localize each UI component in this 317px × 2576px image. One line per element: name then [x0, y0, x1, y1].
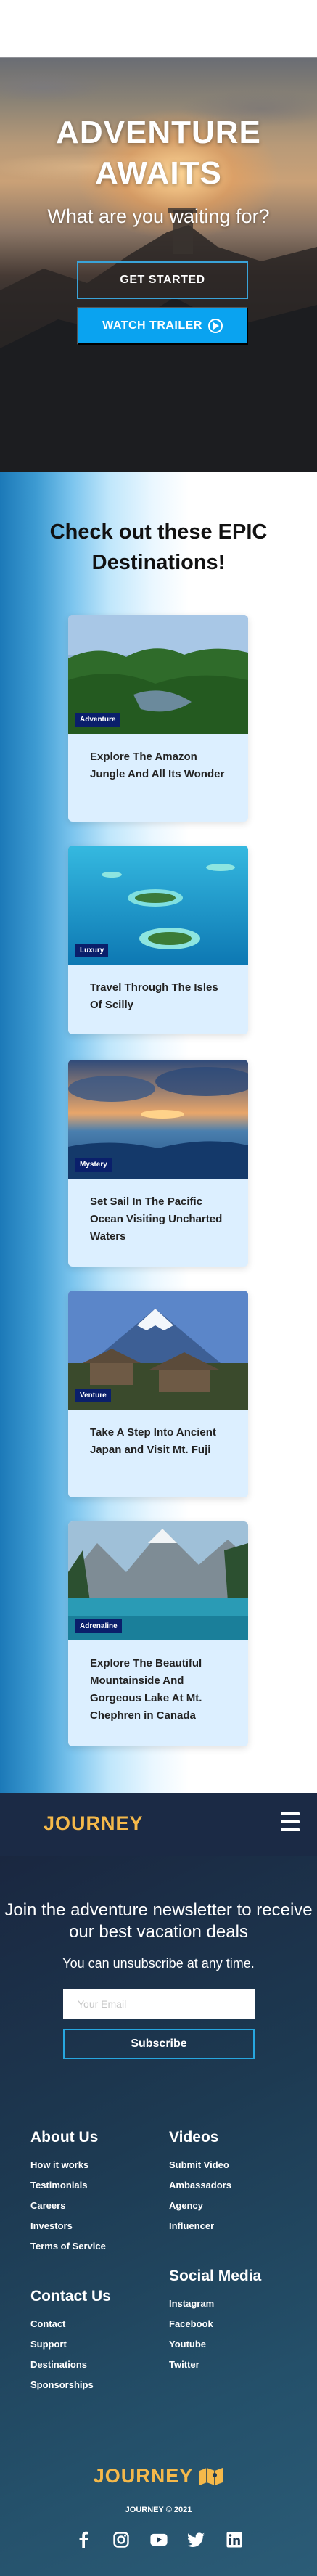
videos-heading: Videos: [169, 2129, 219, 2146]
subscribe-label: Subscribe: [131, 2037, 187, 2050]
social-media-list: Instagram Facebook Youtube Twitter: [169, 2294, 214, 2375]
footer: Join the adventure newsletter to receive…: [0, 1856, 317, 2576]
destination-card[interactable]: Adrenaline Explore The Beautiful Mountai…: [68, 1521, 248, 1746]
card-tag: Adventure: [75, 713, 120, 727]
twitter-icon[interactable]: [187, 2531, 205, 2548]
footer-link[interactable]: Contact: [30, 2314, 94, 2334]
hero-top-space: [0, 0, 317, 57]
footer-logo[interactable]: JOURNEY: [0, 2465, 317, 2487]
newsletter-title: Join the adventure newsletter to receive…: [4, 1900, 313, 1942]
card-tag: Luxury: [75, 944, 109, 957]
map-icon: [199, 2467, 223, 2485]
social-icons: [0, 2531, 317, 2548]
footer-link[interactable]: Youtube: [169, 2334, 214, 2355]
footer-link[interactable]: Support: [30, 2334, 94, 2355]
hamburger-icon[interactable]: [281, 1812, 300, 1831]
footer-link[interactable]: Destinations: [30, 2355, 94, 2375]
card-title: Explore The Beautiful Mountainside And G…: [90, 1657, 202, 1722]
contact-list: Contact Support Destinations Sponsorship…: [30, 2314, 94, 2395]
social-media-heading: Social Media: [169, 2268, 262, 2284]
play-icon: [207, 319, 223, 333]
email-input[interactable]: [63, 1989, 255, 2019]
footer-link[interactable]: How it works: [30, 2155, 106, 2175]
card-tag: Venture: [75, 1389, 111, 1402]
mt-fuji-image: Venture: [68, 1291, 248, 1410]
newsletter-subtitle: You can unsubscribe at any time.: [62, 1956, 255, 1971]
destinations-heading-line2: Destinations!: [91, 551, 226, 574]
card-title: Take A Step Into Ancient Japan and Visit…: [90, 1426, 216, 1456]
destination-card[interactable]: Luxury Travel Through The Isles Of Scill…: [68, 846, 248, 1034]
videos-list: Submit Video Ambassadors Agency Influenc…: [169, 2155, 231, 2236]
mountain-lake-image: Adrenaline: [68, 1521, 248, 1640]
footer-link[interactable]: Sponsorships: [30, 2375, 94, 2395]
hero-section: ADVENTURE AWAITS What are you waiting fo…: [0, 0, 317, 472]
islands-image: Luxury: [68, 846, 248, 965]
watch-trailer-label: WATCH TRAILER: [102, 319, 202, 332]
facebook-icon[interactable]: [75, 2531, 92, 2548]
destination-card[interactable]: Venture Take A Step Into Ancient Japan a…: [68, 1291, 248, 1497]
watch-trailer-button[interactable]: WATCH TRAILER: [77, 307, 248, 345]
card-title: Set Sail In The Pacific Ocean Visiting U…: [90, 1195, 223, 1243]
footer-link[interactable]: Facebook: [169, 2314, 214, 2334]
footer-link[interactable]: Investors: [30, 2216, 106, 2236]
get-started-button[interactable]: GET STARTED: [77, 261, 248, 299]
footer-logo-text: JOURNEY: [93, 2465, 194, 2487]
hero-subtitle: What are you waiting for?: [47, 205, 270, 227]
footer-link[interactable]: Careers: [30, 2196, 106, 2216]
hero-title: ADVENTURE AWAITS: [0, 113, 317, 194]
footer-link[interactable]: Terms of Service: [30, 2236, 106, 2257]
destination-card[interactable]: Mystery Set Sail In The Pacific Ocean Vi…: [68, 1060, 248, 1267]
footer-link[interactable]: Ambassadors: [169, 2175, 231, 2196]
instagram-icon[interactable]: [112, 2531, 130, 2548]
destination-card[interactable]: Adventure Explore The Amazon Jungle And …: [68, 615, 248, 822]
footer-link[interactable]: Instagram: [169, 2294, 214, 2314]
hero-title-line1: ADVENTURE: [56, 115, 261, 150]
linkedin-icon[interactable]: [226, 2531, 243, 2548]
ocean-sunset-image: Mystery: [68, 1060, 248, 1179]
get-started-label: GET STARTED: [120, 274, 205, 286]
card-title: Travel Through The Isles Of Scilly: [90, 981, 218, 1011]
destinations-heading-line1: Check out these EPIC: [49, 520, 268, 544]
card-tag: Mystery: [75, 1158, 112, 1172]
footer-link[interactable]: Twitter: [169, 2355, 214, 2375]
footer-link[interactable]: Agency: [169, 2196, 231, 2216]
footer-link[interactable]: Submit Video: [169, 2155, 231, 2175]
destinations-heading: Check out these EPIC Destinations!: [0, 517, 317, 578]
jungle-image: Adventure: [68, 615, 248, 734]
copyright: JOURNEY © 2021: [125, 2506, 192, 2514]
journey-logo[interactable]: JOURNEY: [44, 1812, 144, 1835]
card-title: Explore The Amazon Jungle And All Its Wo…: [90, 751, 225, 780]
hero-title-line2: AWAITS: [95, 155, 222, 191]
bottom-navbar: JOURNEY: [0, 1793, 317, 1856]
footer-link[interactable]: Influencer: [169, 2216, 231, 2236]
about-list: How it works Testimonials Careers Invest…: [30, 2155, 106, 2257]
destinations-section: Check out these EPIC Destinations! Adven…: [0, 472, 317, 1793]
youtube-icon[interactable]: [149, 2531, 168, 2548]
contact-heading: Contact Us: [30, 2288, 111, 2305]
subscribe-button[interactable]: Subscribe: [63, 2029, 255, 2059]
card-tag: Adrenaline: [75, 1619, 122, 1633]
about-heading: About Us: [30, 2129, 99, 2146]
footer-link[interactable]: Testimonials: [30, 2175, 106, 2196]
